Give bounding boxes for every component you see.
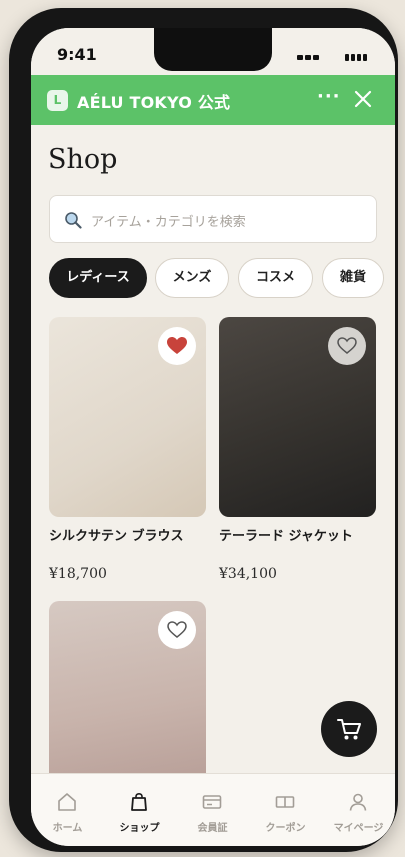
search-placeholder: アイテム・カテゴリを検索 bbox=[91, 215, 246, 230]
nav-shop[interactable]: ショップ bbox=[103, 774, 176, 846]
member-card-icon bbox=[202, 795, 222, 809]
nav-label: 会員証 bbox=[197, 823, 228, 834]
user-icon bbox=[349, 793, 367, 811]
nav-label: ショップ bbox=[119, 823, 160, 834]
nav-mypage[interactable]: マイページ bbox=[322, 774, 395, 846]
search-icon bbox=[65, 212, 82, 229]
page-title: Shop bbox=[48, 144, 118, 175]
nav-coupon[interactable]: クーポン bbox=[249, 774, 322, 846]
home-icon bbox=[58, 793, 76, 811]
category-chips: レディース メンズ コスメ 雑貨 bbox=[49, 258, 395, 298]
chip-ladies[interactable]: レディース bbox=[49, 258, 147, 298]
product-price: ¥34,100 bbox=[219, 566, 277, 582]
shopping-bag-icon bbox=[131, 792, 147, 811]
more-menu-button[interactable]: ··· bbox=[317, 86, 341, 107]
close-button[interactable] bbox=[354, 90, 372, 112]
close-icon bbox=[354, 90, 372, 108]
coupon-icon bbox=[275, 796, 295, 808]
app-title: AÉLU TOKYO 公式 bbox=[77, 93, 231, 112]
nav-label: マイページ bbox=[333, 823, 384, 834]
heart-outline-icon bbox=[337, 337, 357, 354]
signal-icon bbox=[297, 55, 319, 60]
nav-label: クーポン bbox=[265, 823, 306, 834]
battery-icon bbox=[345, 54, 367, 61]
phone-frame: 9:41 L AÉLU TOKYO 公式 ··· Shop アイテム・カテゴリを… bbox=[9, 8, 398, 852]
product-name: シルクサテン ブラウス bbox=[49, 529, 184, 544]
app-logo: L bbox=[47, 90, 68, 111]
bottom-nav: ホーム ショップ 会員証 クーポン マイページ bbox=[31, 773, 395, 846]
cart-icon bbox=[337, 719, 361, 740]
screen: 9:41 L AÉLU TOKYO 公式 ··· Shop アイテム・カテゴリを… bbox=[31, 28, 395, 846]
notch bbox=[154, 28, 272, 71]
product-price: ¥18,700 bbox=[49, 566, 107, 582]
chip-mens[interactable]: メンズ bbox=[155, 258, 229, 298]
status-time: 9:41 bbox=[57, 45, 97, 64]
nav-home[interactable]: ホーム bbox=[31, 774, 104, 846]
app-header: L AÉLU TOKYO 公式 ··· bbox=[31, 75, 395, 125]
favorite-button[interactable] bbox=[158, 327, 196, 365]
chip-cosme[interactable]: コスメ bbox=[238, 258, 313, 298]
status-bar: 9:41 bbox=[31, 28, 395, 74]
search-input[interactable]: アイテム・カテゴリを検索 bbox=[49, 195, 377, 243]
product-name: テーラード ジャケット bbox=[219, 529, 353, 544]
nav-member-card[interactable]: 会員証 bbox=[176, 774, 249, 846]
cart-button[interactable] bbox=[321, 701, 377, 757]
heart-outline-icon bbox=[167, 621, 187, 638]
heart-filled-icon bbox=[167, 337, 187, 354]
favorite-button[interactable] bbox=[328, 327, 366, 365]
nav-label: ホーム bbox=[52, 823, 83, 834]
chip-goods[interactable]: 雑貨 bbox=[322, 258, 384, 298]
favorite-button[interactable] bbox=[158, 611, 196, 649]
